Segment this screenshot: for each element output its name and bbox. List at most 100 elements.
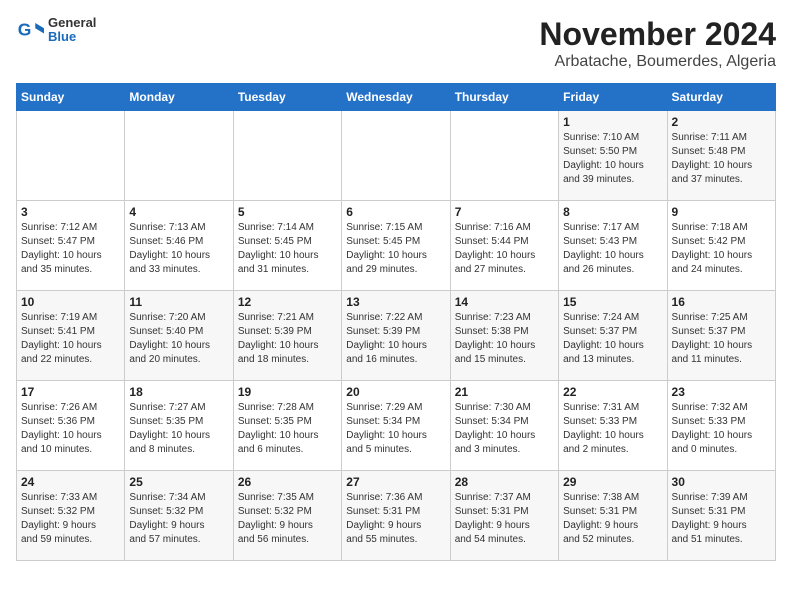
calendar-week-row: 17 Sunrise: 7:26 AM Sunset: 5:36 PM Dayli… — [17, 381, 776, 471]
calendar-cell — [233, 111, 341, 201]
calendar-cell — [125, 111, 233, 201]
weekday-header: Saturday — [667, 84, 775, 111]
day-number: 14 — [455, 295, 554, 309]
calendar-cell: 15 Sunrise: 7:24 AM Sunset: 5:37 PM Dayli… — [559, 291, 667, 381]
calendar-cell: 12Sunrise: 7:21 AM Sunset: 5:39 PM Dayli… — [233, 291, 341, 381]
day-number: 2 — [672, 115, 771, 129]
page-title: November 2024 — [539, 16, 776, 53]
calendar-cell: 25 Sunrise: 7:34 AM Sunset: 5:32 PM Dayli… — [125, 471, 233, 561]
day-info: Sunrise: 7:35 AM Sunset: 5:32 PM Dayligh… — [238, 491, 337, 547]
day-number: 13 — [346, 295, 445, 309]
day-info: Sunrise: 7:23 AM Sunset: 5:38 PM Dayligh… — [455, 311, 554, 367]
day-info: Sunrise: 7:16 AM Sunset: 5:44 PM Dayligh… — [455, 221, 554, 277]
day-number: 1 — [563, 115, 662, 129]
calendar-cell: 30 Sunrise: 7:39 AM Sunset: 5:31 PM Dayli… — [667, 471, 775, 561]
logo: G General Blue — [16, 16, 96, 45]
calendar-cell: 22 Sunrise: 7:31 AM Sunset: 5:33 PM Dayli… — [559, 381, 667, 471]
day-number: 11 — [129, 295, 228, 309]
day-info: Sunrise: 7:13 AM Sunset: 5:46 PM Dayligh… — [129, 221, 228, 277]
day-number: 26 — [238, 475, 337, 489]
logo-line2: Blue — [48, 30, 96, 44]
calendar-cell: 24 Sunrise: 7:33 AM Sunset: 5:32 PM Dayli… — [17, 471, 125, 561]
calendar-cell: 14 Sunrise: 7:23 AM Sunset: 5:38 PM Dayli… — [450, 291, 558, 381]
day-info: Sunrise: 7:10 AM Sunset: 5:50 PM Dayligh… — [563, 131, 662, 187]
day-info: Sunrise: 7:33 AM Sunset: 5:32 PM Dayligh… — [21, 491, 120, 547]
day-info: Sunrise: 7:28 AM Sunset: 5:35 PM Dayligh… — [238, 401, 337, 457]
day-number: 19 — [238, 385, 337, 399]
day-info: Sunrise: 7:24 AM Sunset: 5:37 PM Dayligh… — [563, 311, 662, 367]
calendar-cell: 26 Sunrise: 7:35 AM Sunset: 5:32 PM Dayli… — [233, 471, 341, 561]
day-info: Sunrise: 7:20 AM Sunset: 5:40 PM Dayligh… — [129, 311, 228, 367]
calendar-cell: 10Sunrise: 7:19 AM Sunset: 5:41 PM Dayli… — [17, 291, 125, 381]
day-info: Sunrise: 7:22 AM Sunset: 5:39 PM Dayligh… — [346, 311, 445, 367]
calendar-cell: 11 Sunrise: 7:20 AM Sunset: 5:40 PM Dayli… — [125, 291, 233, 381]
day-number: 22 — [563, 385, 662, 399]
calendar-cell: 13 Sunrise: 7:22 AM Sunset: 5:39 PM Dayli… — [342, 291, 450, 381]
day-info: Sunrise: 7:31 AM Sunset: 5:33 PM Dayligh… — [563, 401, 662, 457]
day-number: 30 — [672, 475, 771, 489]
day-info: Sunrise: 7:17 AM Sunset: 5:43 PM Dayligh… — [563, 221, 662, 277]
logo-icon: G — [16, 16, 44, 44]
calendar-week-row: 10Sunrise: 7:19 AM Sunset: 5:41 PM Dayli… — [17, 291, 776, 381]
day-number: 3 — [21, 205, 120, 219]
weekday-header: Friday — [559, 84, 667, 111]
logo-line1: General — [48, 16, 96, 30]
calendar-cell — [17, 111, 125, 201]
calendar-cell: 18 Sunrise: 7:27 AM Sunset: 5:35 PM Dayli… — [125, 381, 233, 471]
day-info: Sunrise: 7:15 AM Sunset: 5:45 PM Dayligh… — [346, 221, 445, 277]
day-number: 27 — [346, 475, 445, 489]
calendar-week-row: 1 Sunrise: 7:10 AM Sunset: 5:50 PM Daylig… — [17, 111, 776, 201]
day-number: 16 — [672, 295, 771, 309]
day-info: Sunrise: 7:26 AM Sunset: 5:36 PM Dayligh… — [21, 401, 120, 457]
day-info: Sunrise: 7:11 AM Sunset: 5:48 PM Dayligh… — [672, 131, 771, 187]
weekday-header: Sunday — [17, 84, 125, 111]
day-info: Sunrise: 7:18 AM Sunset: 5:42 PM Dayligh… — [672, 221, 771, 277]
day-info: Sunrise: 7:39 AM Sunset: 5:31 PM Dayligh… — [672, 491, 771, 547]
svg-text:G: G — [18, 20, 32, 40]
calendar-cell — [342, 111, 450, 201]
weekday-header: Wednesday — [342, 84, 450, 111]
calendar-cell: 23 Sunrise: 7:32 AM Sunset: 5:33 PM Dayli… — [667, 381, 775, 471]
weekday-header: Tuesday — [233, 84, 341, 111]
day-info: Sunrise: 7:34 AM Sunset: 5:32 PM Dayligh… — [129, 491, 228, 547]
day-number: 23 — [672, 385, 771, 399]
day-number: 20 — [346, 385, 445, 399]
calendar-cell — [450, 111, 558, 201]
calendar-table: SundayMondayTuesdayWednesdayThursdayFrid… — [16, 83, 776, 561]
calendar-cell: 19 Sunrise: 7:28 AM Sunset: 5:35 PM Dayli… — [233, 381, 341, 471]
calendar-cell: 6Sunrise: 7:15 AM Sunset: 5:45 PM Daylig… — [342, 201, 450, 291]
calendar-cell: 29 Sunrise: 7:38 AM Sunset: 5:31 PM Dayli… — [559, 471, 667, 561]
day-number: 29 — [563, 475, 662, 489]
day-number: 25 — [129, 475, 228, 489]
day-info: Sunrise: 7:32 AM Sunset: 5:33 PM Dayligh… — [672, 401, 771, 457]
day-number: 9 — [672, 205, 771, 219]
calendar-cell: 5Sunrise: 7:14 AM Sunset: 5:45 PM Daylig… — [233, 201, 341, 291]
day-number: 21 — [455, 385, 554, 399]
day-number: 4 — [129, 205, 228, 219]
calendar-week-row: 24 Sunrise: 7:33 AM Sunset: 5:32 PM Dayli… — [17, 471, 776, 561]
day-number: 15 — [563, 295, 662, 309]
calendar-cell: 1 Sunrise: 7:10 AM Sunset: 5:50 PM Daylig… — [559, 111, 667, 201]
day-info: Sunrise: 7:14 AM Sunset: 5:45 PM Dayligh… — [238, 221, 337, 277]
day-info: Sunrise: 7:12 AM Sunset: 5:47 PM Dayligh… — [21, 221, 120, 277]
day-number: 24 — [21, 475, 120, 489]
day-number: 18 — [129, 385, 228, 399]
calendar-cell: 3 Sunrise: 7:12 AM Sunset: 5:47 PM Daylig… — [17, 201, 125, 291]
calendar-cell: 28Sunrise: 7:37 AM Sunset: 5:31 PM Dayli… — [450, 471, 558, 561]
day-info: Sunrise: 7:21 AM Sunset: 5:39 PM Dayligh… — [238, 311, 337, 367]
day-number: 10 — [21, 295, 120, 309]
calendar-cell: 4 Sunrise: 7:13 AM Sunset: 5:46 PM Daylig… — [125, 201, 233, 291]
day-info: Sunrise: 7:29 AM Sunset: 5:34 PM Dayligh… — [346, 401, 445, 457]
weekday-header: Monday — [125, 84, 233, 111]
day-info: Sunrise: 7:37 AM Sunset: 5:31 PM Dayligh… — [455, 491, 554, 547]
calendar-cell: 2 Sunrise: 7:11 AM Sunset: 5:48 PM Daylig… — [667, 111, 775, 201]
day-number: 17 — [21, 385, 120, 399]
calendar-cell: 27Sunrise: 7:36 AM Sunset: 5:31 PM Dayli… — [342, 471, 450, 561]
day-info: Sunrise: 7:38 AM Sunset: 5:31 PM Dayligh… — [563, 491, 662, 547]
calendar-cell: 9 Sunrise: 7:18 AM Sunset: 5:42 PM Daylig… — [667, 201, 775, 291]
calendar-cell: 20 Sunrise: 7:29 AM Sunset: 5:34 PM Dayli… — [342, 381, 450, 471]
day-info: Sunrise: 7:25 AM Sunset: 5:37 PM Dayligh… — [672, 311, 771, 367]
day-info: Sunrise: 7:27 AM Sunset: 5:35 PM Dayligh… — [129, 401, 228, 457]
day-info: Sunrise: 7:30 AM Sunset: 5:34 PM Dayligh… — [455, 401, 554, 457]
calendar-cell: 17 Sunrise: 7:26 AM Sunset: 5:36 PM Dayli… — [17, 381, 125, 471]
